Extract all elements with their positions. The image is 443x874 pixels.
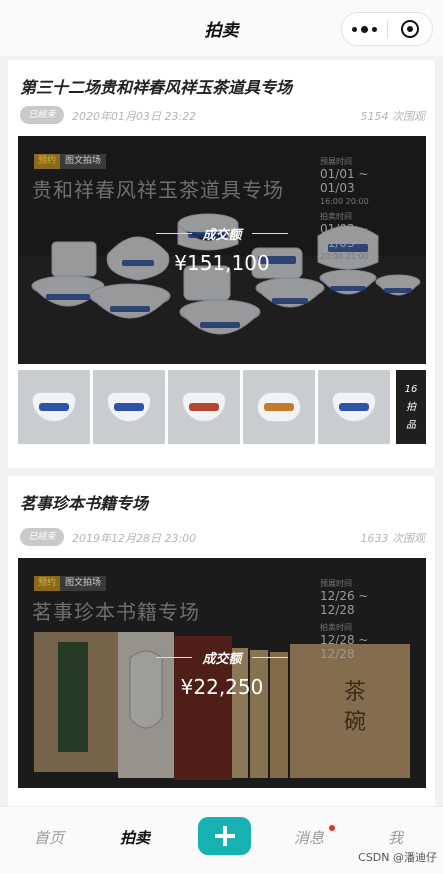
lot-thumbnail[interactable] <box>243 370 315 444</box>
auction-type-tag: 预约 图文拍场 <box>34 576 107 591</box>
lot-thumbnail[interactable] <box>93 370 165 444</box>
view-count: 1633 次围观 <box>360 532 426 545</box>
auction-date: 2019年12月28日 23:00 <box>72 532 197 545</box>
status-badge: 已结束 <box>20 528 64 546</box>
auction-time-label: 拍卖时间 <box>320 623 352 632</box>
auction-title: 第三十二场贵和祥春风祥玉茶道具专场 <box>20 78 293 97</box>
auction-cover-image[interactable]: 预约 图文拍场 贵和祥春风祥玉茶道具专场 预展时间 01/01 ~ 01/03 … <box>18 136 426 364</box>
preview-dates: 12/26 ~ 12/28 <box>320 589 369 617</box>
lot-unit: 品 <box>406 419 416 431</box>
status-badge: 已结束 <box>20 106 64 124</box>
deal-label: 成交额 <box>202 228 242 243</box>
auction-card[interactable]: 茗事珍本书籍专场 已结束 2019年12月28日 23:00 1633 次围观 … <box>8 476 435 820</box>
tab-messages[interactable]: 消息 <box>294 827 324 848</box>
auction-card[interactable]: 第三十二场贵和祥春风祥玉茶道具专场 已结束 2020年01月03日 23:22 … <box>8 60 435 468</box>
auction-type-tag: 预约 图文拍场 <box>34 154 107 169</box>
auction-title: 茗事珍本书籍专场 <box>20 494 149 513</box>
deal-amount: ¥151,100 <box>174 251 270 275</box>
publish-button[interactable] <box>198 817 251 855</box>
miniprogram-capsule <box>341 12 433 46</box>
deal-summary: 成交额 ¥151,100 <box>18 224 426 275</box>
lot-thumbnail[interactable] <box>18 370 90 444</box>
preview-label: 预展时间 <box>320 157 352 166</box>
bottom-tab-bar: 首页 拍卖 消息 我 CSDN @潘迪仔 <box>0 806 443 874</box>
lot-thumbnail[interactable] <box>168 370 240 444</box>
cover-title: 茗事珍本书籍专场 <box>32 600 200 624</box>
tag-kind: 图文拍场 <box>60 154 107 169</box>
lot-count: 16 <box>404 383 418 395</box>
cover-title: 贵和祥春风祥玉茶道具专场 <box>32 178 284 202</box>
tag-hot: 预约 <box>34 154 61 169</box>
top-navigation-bar: 拍卖 <box>0 0 443 56</box>
lot-thumbnails: 16 拍 品 <box>18 370 426 444</box>
close-miniprogram-icon[interactable] <box>388 20 432 38</box>
book-cover-text: 茶碗 <box>343 680 366 735</box>
tag-hot: 预约 <box>34 576 61 591</box>
auction-meta: 已结束 2020年01月03日 23:22 5154 次围观 <box>20 106 425 124</box>
tag-kind: 图文拍场 <box>60 576 107 591</box>
watermark: CSDN @潘迪仔 <box>358 851 437 864</box>
preview-dates: 01/01 ~ 01/03 <box>320 167 369 195</box>
tab-me[interactable]: 我 <box>388 827 403 848</box>
auction-cover-image[interactable]: 预约 图文拍场 茗事珍本书籍专场 预展时间 12/26 ~ 12/28 拍卖时间… <box>18 558 426 788</box>
tab-auction[interactable]: 拍卖 <box>120 827 150 848</box>
lot-thumbnail[interactable] <box>318 370 390 444</box>
view-count: 5154 次围观 <box>360 110 426 123</box>
auction-meta: 已结束 2019年12月28日 23:00 1633 次围观 <box>20 528 425 546</box>
auction-time-label: 拍卖时间 <box>320 212 352 221</box>
preview-label: 预展时间 <box>320 579 352 588</box>
notification-dot <box>329 825 335 831</box>
lot-count-button[interactable]: 16 拍 品 <box>396 370 426 444</box>
deal-label: 成交额 <box>202 652 242 667</box>
more-options-icon[interactable] <box>342 25 387 33</box>
auction-date: 2020年01月03日 23:22 <box>72 110 197 123</box>
lot-unit: 拍 <box>406 401 416 413</box>
preview-times: 16:00 20:00 <box>320 197 369 206</box>
tab-home[interactable]: 首页 <box>34 827 64 848</box>
